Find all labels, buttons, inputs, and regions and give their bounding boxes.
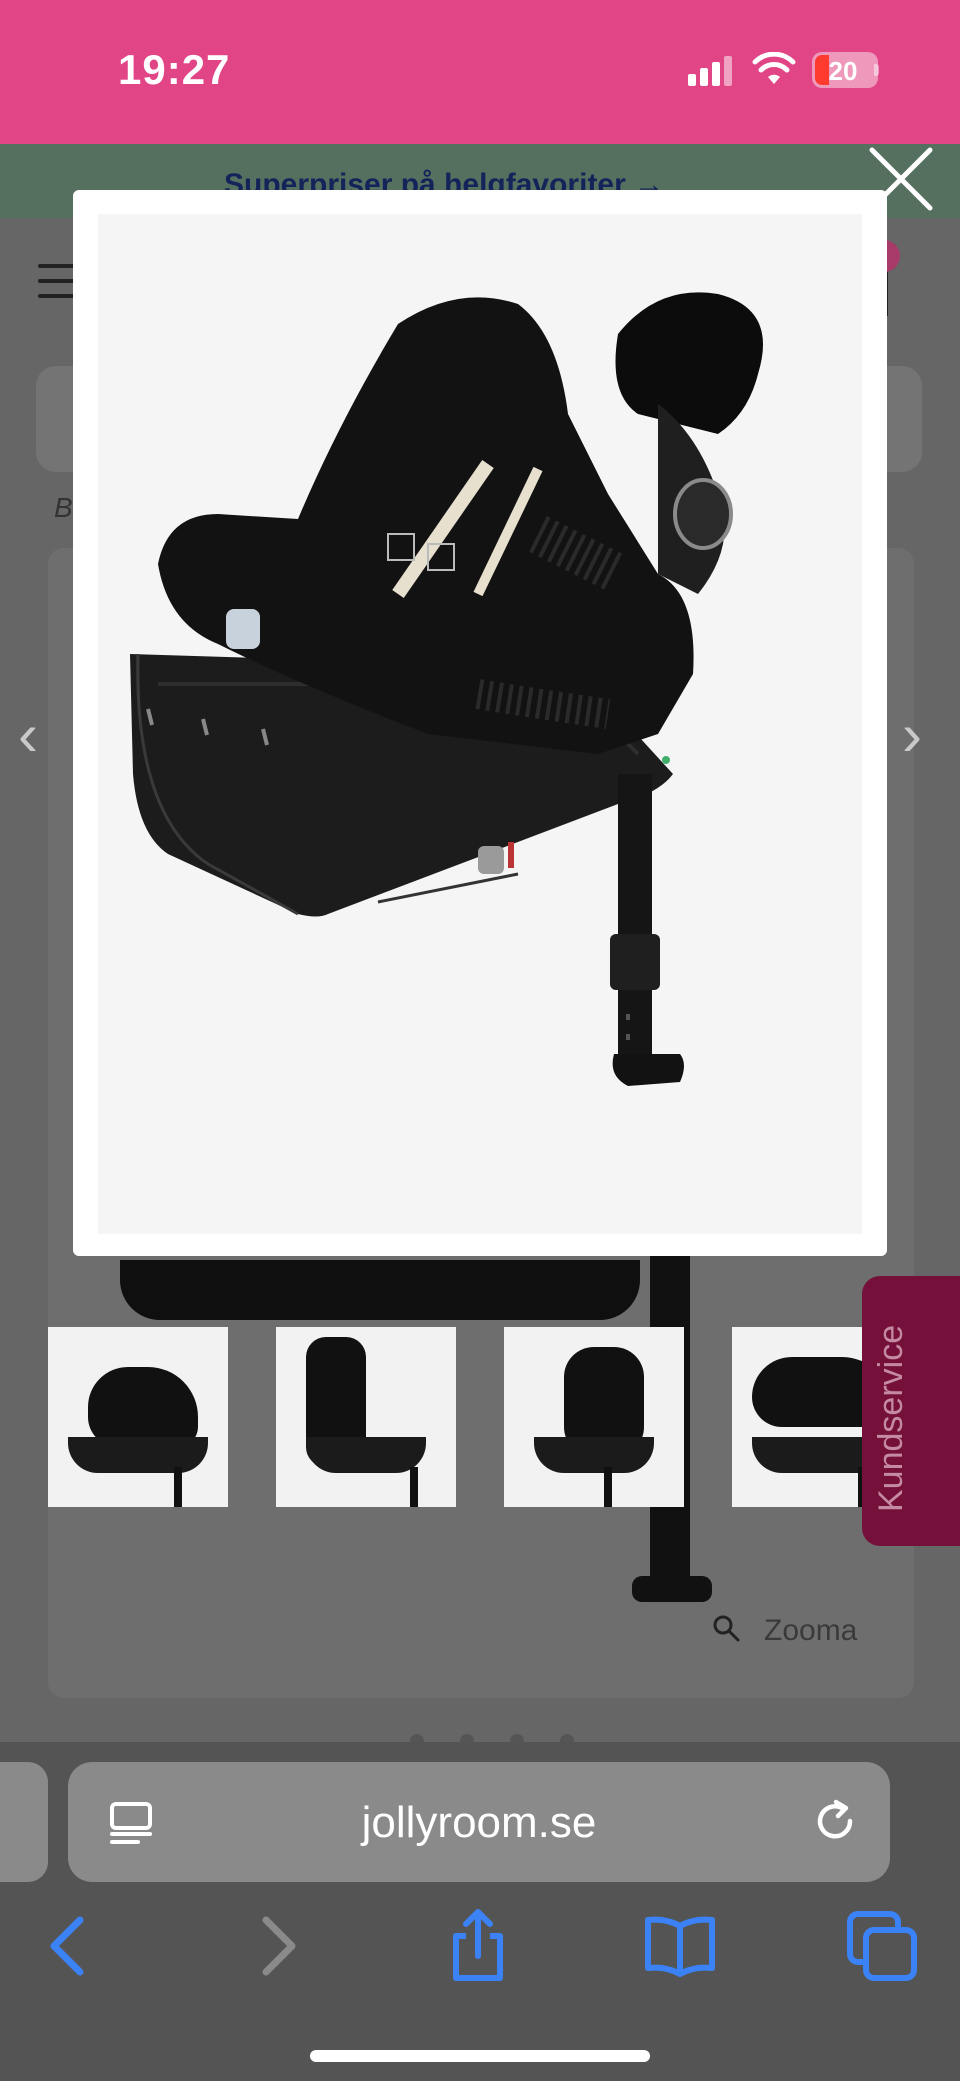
- home-indicator[interactable]: [310, 2050, 650, 2062]
- cellular-signal-icon: [688, 56, 732, 86]
- bookmarks-icon[interactable]: [640, 1906, 720, 1986]
- tabs-icon[interactable]: [842, 1906, 922, 1986]
- zoom-button[interactable]: Zooma: [712, 1610, 892, 1654]
- car-seat-illustration: [130, 292, 763, 1086]
- battery-level: 20: [828, 56, 858, 86]
- wifi-icon: [752, 52, 796, 84]
- reload-icon[interactable]: [810, 1796, 860, 1846]
- status-time: 19:27: [118, 46, 231, 93]
- forward-icon[interactable]: [236, 1906, 316, 1986]
- close-icon[interactable]: [864, 142, 938, 216]
- menu-icon[interactable]: [38, 264, 78, 298]
- next-image-button[interactable]: ›: [902, 700, 922, 769]
- previous-image-button[interactable]: ‹: [18, 700, 38, 769]
- previous-tab-peek[interactable]: [0, 1762, 48, 1882]
- status-bar: 19:27 20: [0, 0, 960, 144]
- customer-service-label[interactable]: Kundservice: [872, 1318, 952, 1518]
- zoom-label: Zooma: [764, 1614, 858, 1647]
- magnifier-icon: [713, 1615, 740, 1642]
- product-image[interactable]: [98, 214, 862, 1234]
- url-text: jollyroom.se: [361, 1798, 597, 1847]
- breadcrumb[interactable]: B: [54, 492, 73, 524]
- address-bar[interactable]: jollyroom.se: [68, 1762, 890, 1882]
- thumbnail-side[interactable]: [48, 1327, 228, 1507]
- share-icon[interactable]: [438, 1906, 518, 1986]
- battery-icon: 20: [812, 52, 878, 88]
- back-icon[interactable]: [30, 1906, 110, 1986]
- thumbnail-profile[interactable]: [276, 1327, 456, 1507]
- product-image-background: [120, 1260, 640, 1320]
- thumbnail-front[interactable]: [504, 1327, 684, 1507]
